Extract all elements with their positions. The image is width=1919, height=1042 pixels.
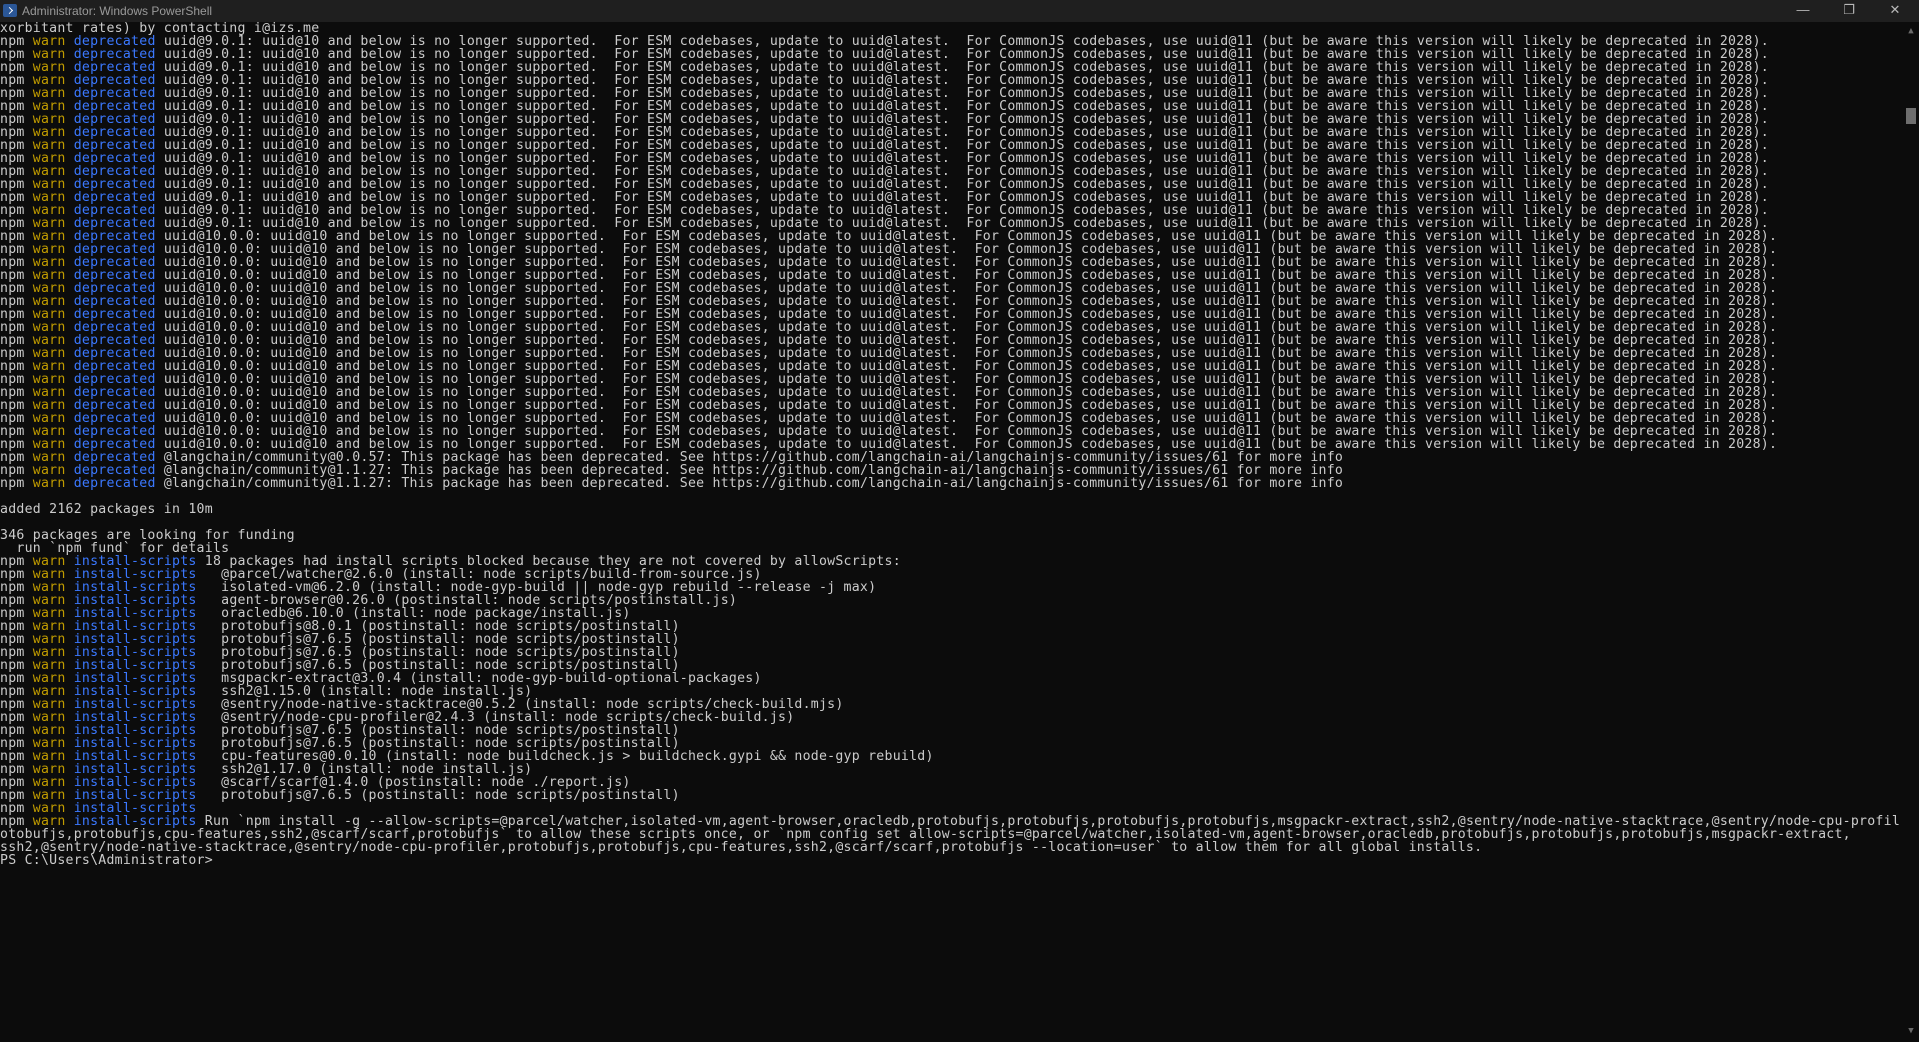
vertical-scrollbar[interactable]: ▲ ▼ xyxy=(1903,22,1919,1042)
console-line: added 2162 packages in 10m xyxy=(0,502,213,518)
console-line: ssh2,@sentry/node-native-stacktrace,@sen… xyxy=(0,840,1482,856)
scroll-up-arrow-icon[interactable]: ▲ xyxy=(1906,26,1916,36)
line-message: ssh2,@sentry/node-native-stacktrace,@sen… xyxy=(0,840,1483,855)
line-message: PS C:\Users\Administrator> xyxy=(0,853,213,868)
powershell-icon xyxy=(3,4,17,17)
line-message: @langchain/community@1.1.27: This packag… xyxy=(155,476,1344,491)
line-message: added 2162 packages in 10m xyxy=(0,502,213,517)
window-title: Administrator: Windows PowerShell xyxy=(22,4,213,18)
warn-level: warn xyxy=(32,476,66,491)
line-message: protobufjs@7.6.5 (postinstall: node scri… xyxy=(196,788,680,803)
scrollbar-thumb[interactable] xyxy=(1906,108,1916,124)
minimize-button[interactable]: — xyxy=(1780,0,1826,22)
npm-prefix: npm xyxy=(0,476,33,491)
console-line: PS C:\Users\Administrator> xyxy=(0,853,213,869)
scroll-down-arrow-icon[interactable]: ▼ xyxy=(1906,1026,1916,1036)
console-output[interactable]: xorbitant rates) by contacting i@izs.me n… xyxy=(0,21,1900,1042)
console-line: npm warn deprecated @langchain/community… xyxy=(0,476,1343,492)
title-bar: Administrator: Windows PowerShell — ❐ ✕ xyxy=(0,0,1919,22)
warn-tag: deprecated xyxy=(73,476,156,491)
close-button[interactable]: ✕ xyxy=(1872,0,1918,22)
restore-button[interactable]: ❐ xyxy=(1826,0,1872,22)
